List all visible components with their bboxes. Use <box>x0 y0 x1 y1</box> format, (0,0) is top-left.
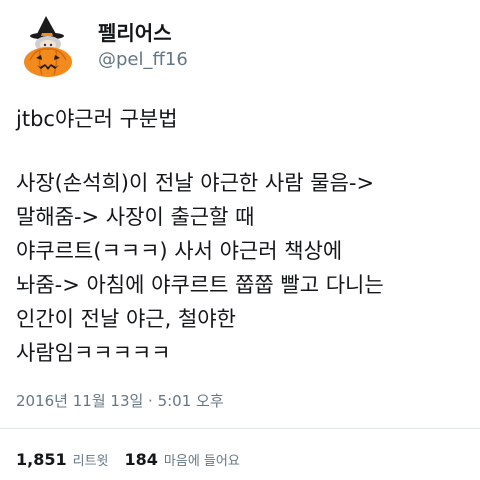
tweet-header: 펠리어스 @pel_ff16 <box>16 14 188 78</box>
author-handle[interactable]: @pel_ff16 <box>98 48 188 72</box>
pumpkin-avatar-icon[interactable] <box>16 14 80 78</box>
retweets-count[interactable]: 1,851 <box>16 450 67 469</box>
likes-count[interactable]: 184 <box>125 450 158 469</box>
tweet-text-line: 말해줌-> 사장이 출근할 때 <box>16 205 255 229</box>
author-names: 펠리어스 @pel_ff16 <box>98 20 188 72</box>
retweets-label[interactable]: 리트윗 <box>73 450 109 469</box>
author-display-name[interactable]: 펠리어스 <box>98 20 188 46</box>
divider <box>0 428 480 429</box>
tweet-text-line: 사장(손석희)이 전날 야근한 사람 물음-> <box>16 171 375 195</box>
tweet-text-line: 야쿠르트(ㅋㅋㅋ) 사서 야근러 책상에 <box>16 239 343 263</box>
tweet-text-line: 사람임ㅋㅋㅋㅋㅋ <box>16 341 171 365</box>
tweet-stats: 1,851 리트윗 184 마음에 들어요 <box>16 450 240 469</box>
likes-label[interactable]: 마음에 들어요 <box>164 450 240 469</box>
tweet-text-line: 놔줌-> 아침에 야쿠르트 쭙쭙 빨고 다니는 <box>16 273 384 297</box>
tweet-card: 펠리어스 @pel_ff16 jtbc야근러 구분법 사장(손석희)이 전날 야… <box>0 0 480 480</box>
tweet-text-line: 인간이 전날 야근, 철야한 <box>16 307 236 331</box>
tweet-text: jtbc야근러 구분법 사장(손석희)이 전날 야근한 사람 물음-> 말해줌-… <box>16 102 468 370</box>
tweet-timestamp[interactable]: 2016년 11월 13일 · 5:01 오후 <box>16 390 224 412</box>
tweet-title-line: jtbc야근러 구분법 <box>16 107 178 131</box>
